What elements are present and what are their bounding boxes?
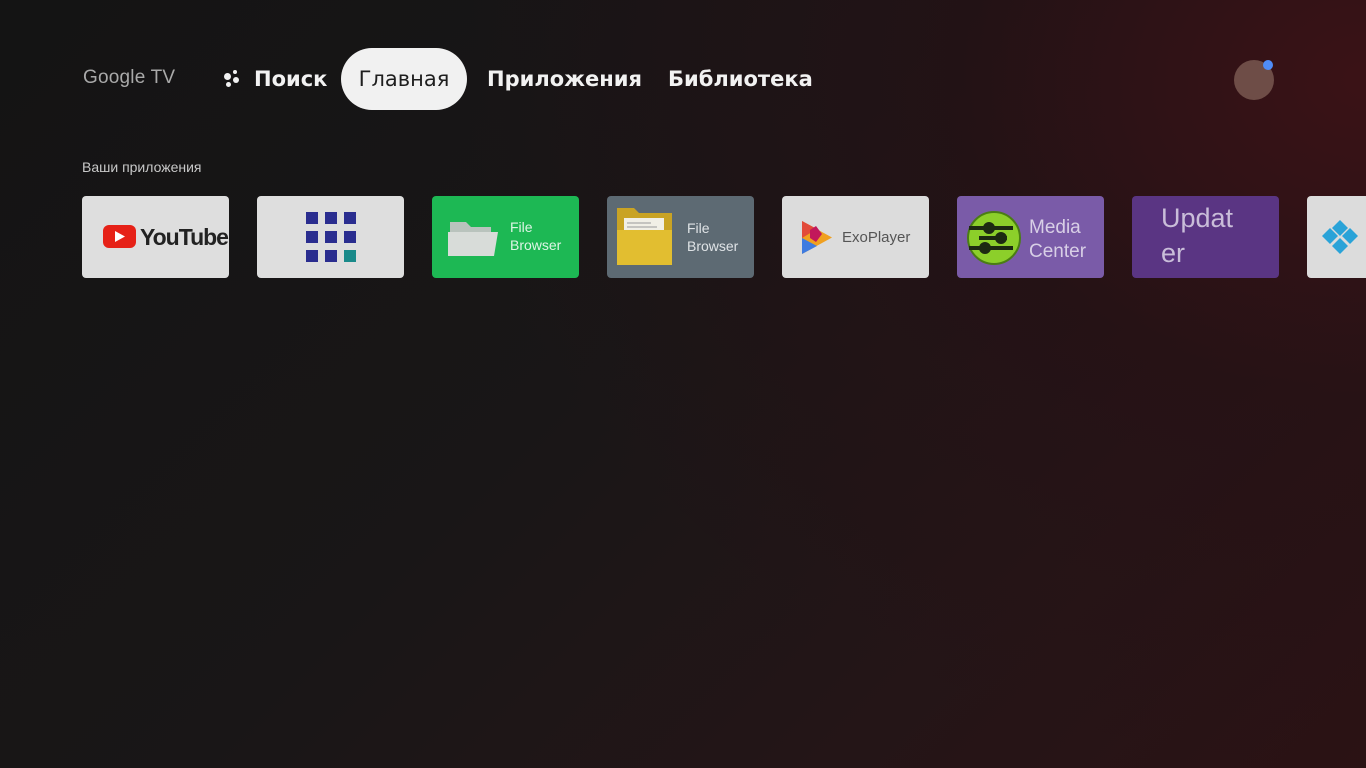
tab-home-label: Главная — [358, 67, 450, 91]
app-tile-file-browser-folder[interactable]: File Browser — [607, 196, 754, 278]
file-browser-folder-label: File Browser — [687, 220, 739, 254]
top-navigation-bar: Google TV Поиск Главная Приложения Библи… — [0, 48, 1366, 110]
app-tile-file-browser-green[interactable]: File Browser — [432, 196, 579, 278]
app-tile-exoplayer[interactable]: ExoPlayer — [782, 196, 929, 278]
app-tile-media-center[interactable]: Media Center — [957, 196, 1104, 278]
assistant-icon — [222, 69, 242, 89]
google-tv-logo: Google TV — [83, 67, 176, 88]
app-tile-apps-grid[interactable] — [257, 196, 404, 278]
exoplayer-label: ExoPlayer — [842, 229, 911, 246]
tab-search-label: Поиск — [254, 67, 328, 91]
youtube-wordmark: YouTube — [140, 224, 229, 250]
tab-search[interactable]: Поиск — [222, 48, 327, 110]
app-tile-updater[interactable]: Updat er — [1132, 196, 1279, 278]
tab-apps-label: Приложения — [487, 67, 642, 91]
app-grid-icon — [306, 212, 356, 262]
app-tile-youtube[interactable]: YouTube — [82, 196, 229, 278]
tab-home[interactable]: Главная — [341, 48, 467, 110]
notification-dot — [1263, 60, 1273, 70]
apps-section-title: Ваши приложения — [82, 159, 202, 175]
tab-library-label: Библиотека — [668, 67, 813, 91]
app-tile-kodi[interactable] — [1307, 196, 1366, 278]
updater-label: Updat er — [1161, 203, 1234, 269]
kodi-icon — [1322, 220, 1358, 254]
tab-library[interactable]: Библиотека — [668, 48, 813, 110]
media-center-label: Media Center — [1029, 217, 1087, 262]
tab-apps[interactable]: Приложения — [487, 48, 642, 110]
file-browser-green-label: File Browser — [510, 219, 562, 253]
